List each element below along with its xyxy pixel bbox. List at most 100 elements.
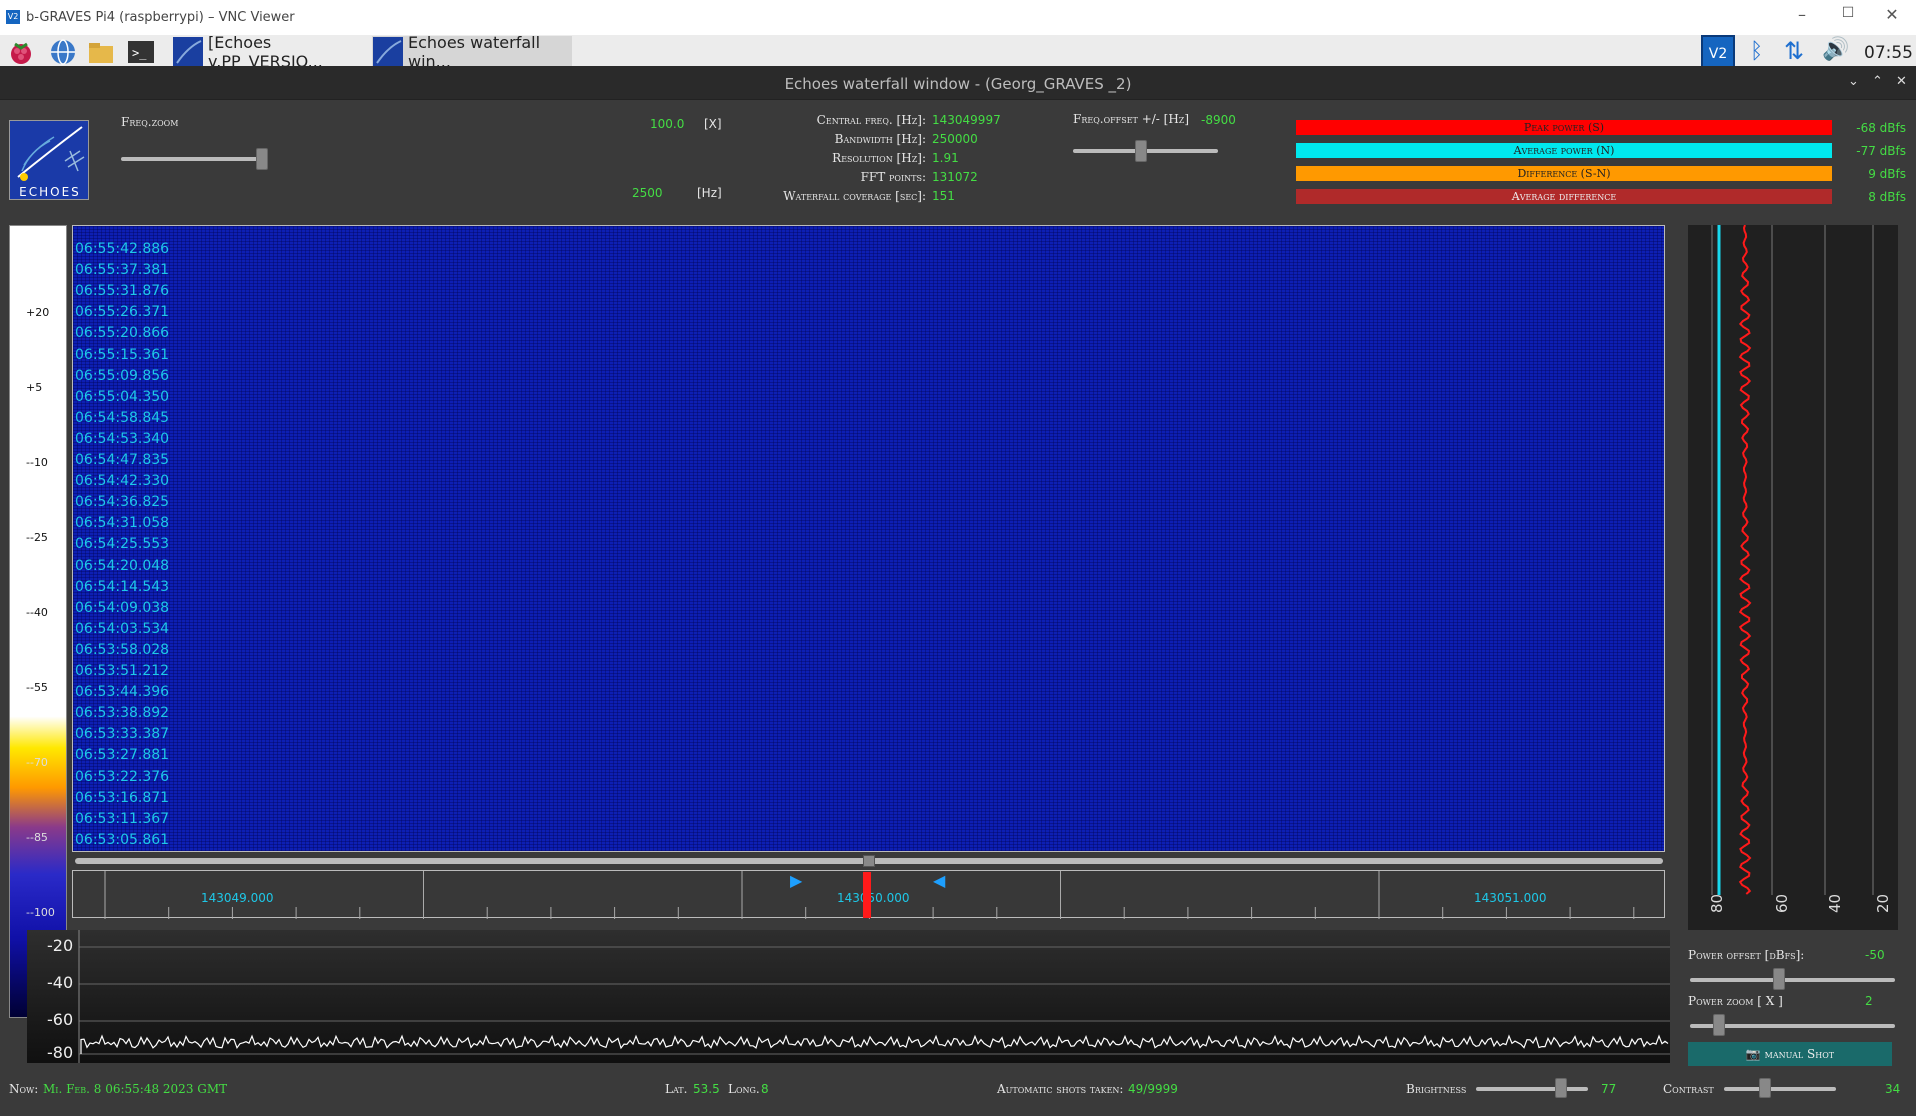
now-value: Mi. Feb. 8 06:55:48 2023 GMT — [43, 1082, 228, 1096]
minimize-icon[interactable]: ⌄ — [1848, 74, 1859, 89]
echoes-logo: ECHOES — [9, 120, 89, 200]
waterfall-timestamp: 06:53:33.387 — [75, 726, 170, 743]
power-offset-label: Power offset [dBfs]: — [1688, 948, 1805, 962]
power-zoom-slider[interactable] — [1690, 1014, 1895, 1038]
window-title: b-GRAVES Pi4 (raspberrypi) – VNC Viewer — [26, 10, 295, 25]
waterfall-timestamp: 06:54:47.835 — [75, 452, 170, 468]
brightness-slider[interactable] — [1476, 1078, 1591, 1100]
scale-label: --40 — [26, 606, 48, 619]
spectrum-axis-label: -60 — [47, 1010, 74, 1029]
waterfall-timestamp: 06:55:37.381 — [75, 262, 170, 279]
waterfall-scrollbar-handle[interactable] — [863, 855, 875, 867]
freq-offset-slider[interactable] — [1073, 140, 1223, 164]
waterfall-timestamp: 06:55:20.866 — [75, 325, 170, 342]
minimize-button[interactable]: – — [1790, 5, 1814, 29]
central-freq-label: Central freq. [Hz]: — [816, 113, 926, 127]
side-power-plot: 80 60 40 20 — [1688, 225, 1898, 930]
close-icon[interactable]: ✕ — [1896, 74, 1907, 89]
scale-label: --25 — [26, 531, 48, 544]
tray-vnc-icon[interactable]: V2 — [1701, 35, 1735, 69]
shots-value: 49/9999 — [1128, 1082, 1178, 1096]
manual-shot-label: manual Shot — [1764, 1047, 1835, 1061]
spectrum-axis-label: -40 — [47, 973, 74, 992]
brightness-slider-handle[interactable] — [1555, 1078, 1567, 1098]
maximize-button[interactable]: ☐ — [1836, 5, 1860, 29]
scale-label: --100 — [26, 906, 55, 919]
bandwidth-label: Bandwidth [Hz]: — [834, 132, 926, 146]
waterfall-timestamp: 06:54:58.845 — [75, 409, 170, 426]
color-scale: +20 +5 --10 --25 --40 --55 --70 --85 --1… — [9, 225, 67, 1018]
lat-value: 53.5 — [693, 1082, 720, 1096]
power-offset-slider-handle[interactable] — [1773, 968, 1785, 990]
waterfall-timestamp: 06:55:42.886 — [75, 241, 170, 257]
freq-zoom-slider-handle[interactable] — [256, 148, 268, 170]
fft-points-value: 131072 — [932, 170, 978, 184]
waterfall-scrollbar[interactable] — [75, 855, 1663, 867]
waterfall-timestamp: 06:54:25.553 — [75, 536, 170, 553]
waterfall-timestamp: 06:54:03.534 — [75, 620, 170, 637]
close-button[interactable]: ✕ — [1880, 5, 1904, 29]
terminal-icon[interactable]: >_ — [126, 37, 156, 67]
side-axis-label: 20 — [1874, 893, 1892, 913]
freq-zoom-slider[interactable] — [121, 148, 271, 172]
raspberry-menu-icon[interactable] — [6, 37, 36, 67]
scale-label: +5 — [26, 381, 43, 394]
network-icon[interactable]: ⇅ — [1784, 37, 1812, 65]
freq-tick-label: 143049.000 — [201, 891, 274, 905]
waterfall-coverage-label: Waterfall coverage [sec]: — [783, 189, 926, 203]
taskbar-item-echoes-main[interactable]: [Echoes v.PP_VERSIO... — [172, 33, 372, 71]
waterfall-coverage-value: 151 — [932, 189, 955, 203]
contrast-slider-handle[interactable] — [1759, 1078, 1771, 1098]
contrast-label: Contrast — [1663, 1082, 1714, 1096]
average-difference-value: 8 dBfs — [1868, 189, 1906, 204]
average-power-bar: Average power (N) — [1296, 143, 1832, 158]
waterfall-timestamp: 06:54:31.058 — [75, 515, 170, 532]
waterfall-timestamp: 06:55:09.856 — [75, 367, 170, 384]
band-end-marker-icon[interactable]: ◀ — [933, 871, 945, 890]
long-value: 8 — [761, 1082, 769, 1096]
bluetooth-icon[interactable]: ᛒ — [1750, 39, 1770, 65]
band-start-marker-icon[interactable]: ▶ — [790, 871, 802, 890]
waterfall-timestamp: 06:55:04.350 — [75, 388, 170, 405]
waterfall-timestamp: 06:53:44.396 — [75, 684, 170, 701]
shots-label: Automatic shots taken: — [997, 1082, 1124, 1096]
echoes-app-icon — [173, 37, 203, 67]
maximize-icon[interactable]: ⌃ — [1872, 74, 1883, 89]
peak-power-bar: Peak power (S) — [1296, 120, 1832, 135]
freq-zoom-label: Freq.zoom — [121, 115, 179, 129]
volume-icon[interactable]: 🔊 — [1822, 37, 1852, 67]
receiver-info: Central freq. [Hz]: 143049997 Bandwidth [… — [700, 113, 1030, 208]
power-meters: Peak power (S) -68 dBfs Average power (N… — [1296, 116, 1906, 208]
svg-text:>_: >_ — [132, 46, 147, 60]
power-zoom-slider-handle[interactable] — [1713, 1014, 1725, 1036]
difference-value: 9 dBfs — [1868, 166, 1906, 181]
freq-tick-label: 143050.000 — [837, 891, 910, 905]
clock: 07:55 — [1864, 43, 1913, 63]
freq-offset-slider-handle[interactable] — [1135, 140, 1147, 162]
power-offset-slider[interactable] — [1690, 968, 1895, 992]
browser-icon[interactable] — [48, 37, 78, 67]
freq-tick-label: 143051.000 — [1474, 891, 1547, 905]
logo-text: ECHOES — [19, 185, 81, 199]
contrast-slider[interactable] — [1724, 1078, 1839, 1100]
camera-icon: 📷 — [1745, 1047, 1765, 1061]
spectrum-axis-label: -20 — [47, 936, 74, 955]
waterfall-timestamp: 06:53:16.871 — [75, 789, 170, 806]
taskbar-item-echoes-waterfall[interactable]: Echoes waterfall win... — [372, 33, 572, 71]
brightness-value: 77 — [1601, 1082, 1617, 1096]
peak-power-value: -68 dBfs — [1856, 120, 1906, 135]
brightness-label: Brightness — [1406, 1082, 1467, 1096]
file-manager-icon[interactable] — [86, 37, 116, 67]
waterfall-timestamp: 06:53:58.028 — [75, 641, 170, 658]
power-offset-value: -50 — [1865, 948, 1885, 962]
waterfall-timestamp: 06:55:15.361 — [75, 346, 170, 363]
waterfall-timestamp: 06:54:36.825 — [75, 494, 170, 511]
waterfall-timestamp: 06:53:11.367 — [75, 810, 170, 827]
fft-points-label: FFT points: — [860, 170, 926, 184]
center-freq-marker[interactable] — [863, 872, 871, 918]
manual-shot-button[interactable]: 📷 manual Shot — [1688, 1042, 1892, 1066]
average-power-value: -77 dBfs — [1856, 143, 1906, 158]
waterfall-display[interactable]: 06:55:42.886 06:55:37.381 06:55:31.876 06:5… — [72, 225, 1665, 852]
app-title: Echoes waterfall window - (Georg_GRAVES … — [784, 75, 1132, 93]
contrast-value: 34 — [1885, 1082, 1901, 1096]
